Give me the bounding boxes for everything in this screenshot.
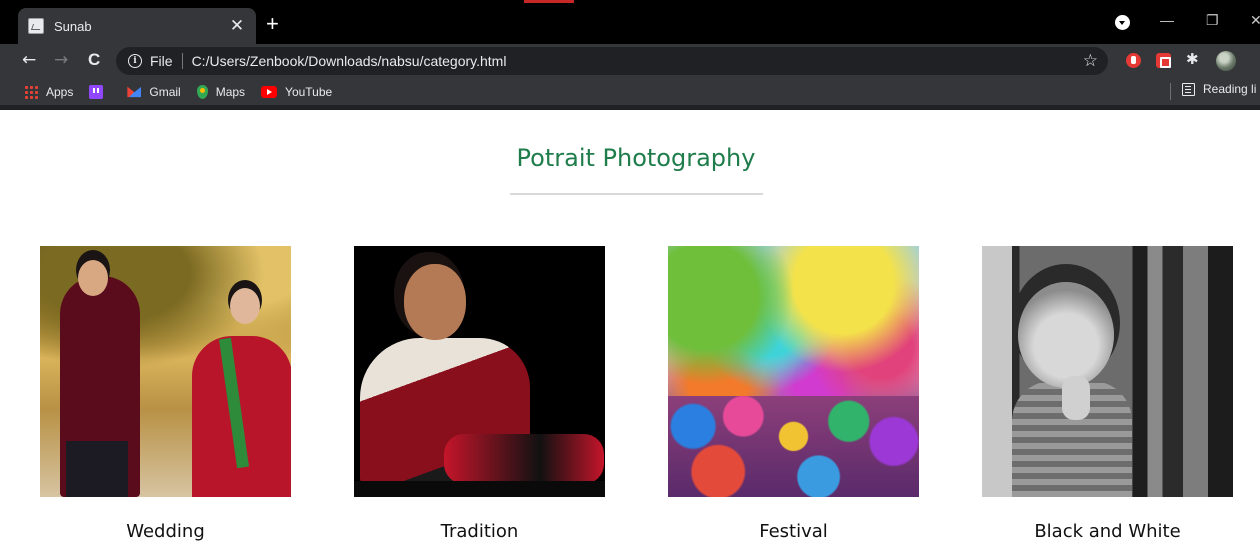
- browser-chrome: Sunab ✕ + — ❐ ✕ ← → C i File C:/Users/Ze…: [0, 0, 1260, 110]
- maps-pin-icon: [196, 84, 208, 99]
- category-card-black-and-white[interactable]: Black and White: [982, 246, 1233, 542]
- photo-girl-skirt: [444, 434, 604, 484]
- bookmark-maps[interactable]: Maps: [196, 84, 246, 99]
- bookmark-label: Apps: [46, 84, 74, 99]
- browser-toolbar: ← → C i File C:/Users/Zenbook/Downloads/…: [0, 44, 1260, 78]
- apps-grid-icon: [24, 84, 38, 99]
- youtube-icon: [261, 85, 278, 98]
- photo-floor: [354, 481, 605, 497]
- photo-groom-trousers: [66, 441, 128, 497]
- photo-groom-head: [78, 260, 108, 296]
- tab-title: Sunab: [54, 18, 92, 34]
- bookmark-star-icon[interactable]: ☆: [1083, 51, 1098, 71]
- bookmark-apps[interactable]: Apps: [24, 84, 74, 99]
- category-caption[interactable]: Black and White: [982, 521, 1233, 542]
- back-button[interactable]: ←: [22, 49, 36, 71]
- twitch-icon: [89, 84, 104, 99]
- profile-avatar[interactable]: [1216, 51, 1236, 71]
- extensions-puzzle-icon[interactable]: ✱: [1186, 50, 1199, 68]
- bookmark-twitch[interactable]: [89, 84, 111, 99]
- title-underline: [510, 193, 763, 195]
- bookmark-label: Gmail: [149, 84, 181, 99]
- photo-girl-head: [404, 264, 466, 340]
- photo-child-hand: [1062, 376, 1090, 420]
- minimize-button[interactable]: —: [1160, 12, 1174, 28]
- address-divider: [181, 53, 183, 69]
- category-caption[interactable]: Tradition: [354, 521, 605, 542]
- category-card-wedding[interactable]: Wedding: [40, 246, 291, 542]
- site-info-icon[interactable]: i: [128, 54, 142, 68]
- new-tab-button[interactable]: +: [266, 13, 279, 35]
- tradition-photo[interactable]: [354, 246, 605, 497]
- bookmark-gmail[interactable]: Gmail: [127, 84, 181, 99]
- recording-indicator: [524, 0, 574, 3]
- page-favicon-icon: [28, 18, 44, 34]
- wedding-photo[interactable]: [40, 246, 291, 497]
- address-bar[interactable]: i File C:/Users/Zenbook/Downloads/nabsu/…: [116, 47, 1108, 75]
- reload-button[interactable]: C: [88, 49, 100, 71]
- category-card-festival[interactable]: Festival: [668, 246, 919, 542]
- url-text[interactable]: C:/Users/Zenbook/Downloads/nabsu/categor…: [192, 53, 1083, 69]
- forward-button[interactable]: →: [54, 49, 68, 71]
- url-scheme-label: File: [150, 53, 173, 69]
- bookmarks-divider: [1170, 83, 1171, 100]
- page-content: Potrait Photography Wedding Tradition Fe…: [0, 110, 1260, 542]
- black-and-white-photo[interactable]: [982, 246, 1233, 497]
- reading-list-label: Reading li: [1203, 82, 1257, 96]
- bookmarks-bar: Apps Gmail Maps YouTube: [0, 78, 1260, 105]
- tab-strip: Sunab ✕ + — ❐ ✕: [0, 0, 1260, 44]
- category-card-tradition[interactable]: Tradition: [354, 246, 605, 542]
- bookmark-youtube[interactable]: YouTube: [261, 85, 332, 99]
- browser-tab-active[interactable]: Sunab ✕: [18, 8, 256, 44]
- photo-crowd: [668, 396, 919, 497]
- bookmark-label: Maps: [215, 84, 246, 99]
- category-caption[interactable]: Wedding: [40, 521, 291, 542]
- photo-child-head: [1018, 282, 1114, 388]
- festival-photo[interactable]: [668, 246, 919, 497]
- gmail-icon: [127, 86, 142, 98]
- photo-bride-head: [230, 288, 260, 324]
- tab-close-icon[interactable]: ✕: [228, 16, 246, 36]
- extension-red-icon[interactable]: [1156, 53, 1171, 68]
- bookmark-label: YouTube: [285, 84, 333, 99]
- reading-list-button[interactable]: Reading li: [1182, 82, 1256, 96]
- reading-list-icon: [1182, 82, 1195, 96]
- extension-adblock-icon[interactable]: [1126, 53, 1141, 68]
- tab-search-icon[interactable]: [1115, 15, 1130, 30]
- category-caption[interactable]: Festival: [668, 521, 919, 542]
- restore-button[interactable]: ❐: [1206, 12, 1219, 29]
- page-title: Potrait Photography: [516, 144, 756, 172]
- window-close-button[interactable]: ✕: [1250, 12, 1260, 29]
